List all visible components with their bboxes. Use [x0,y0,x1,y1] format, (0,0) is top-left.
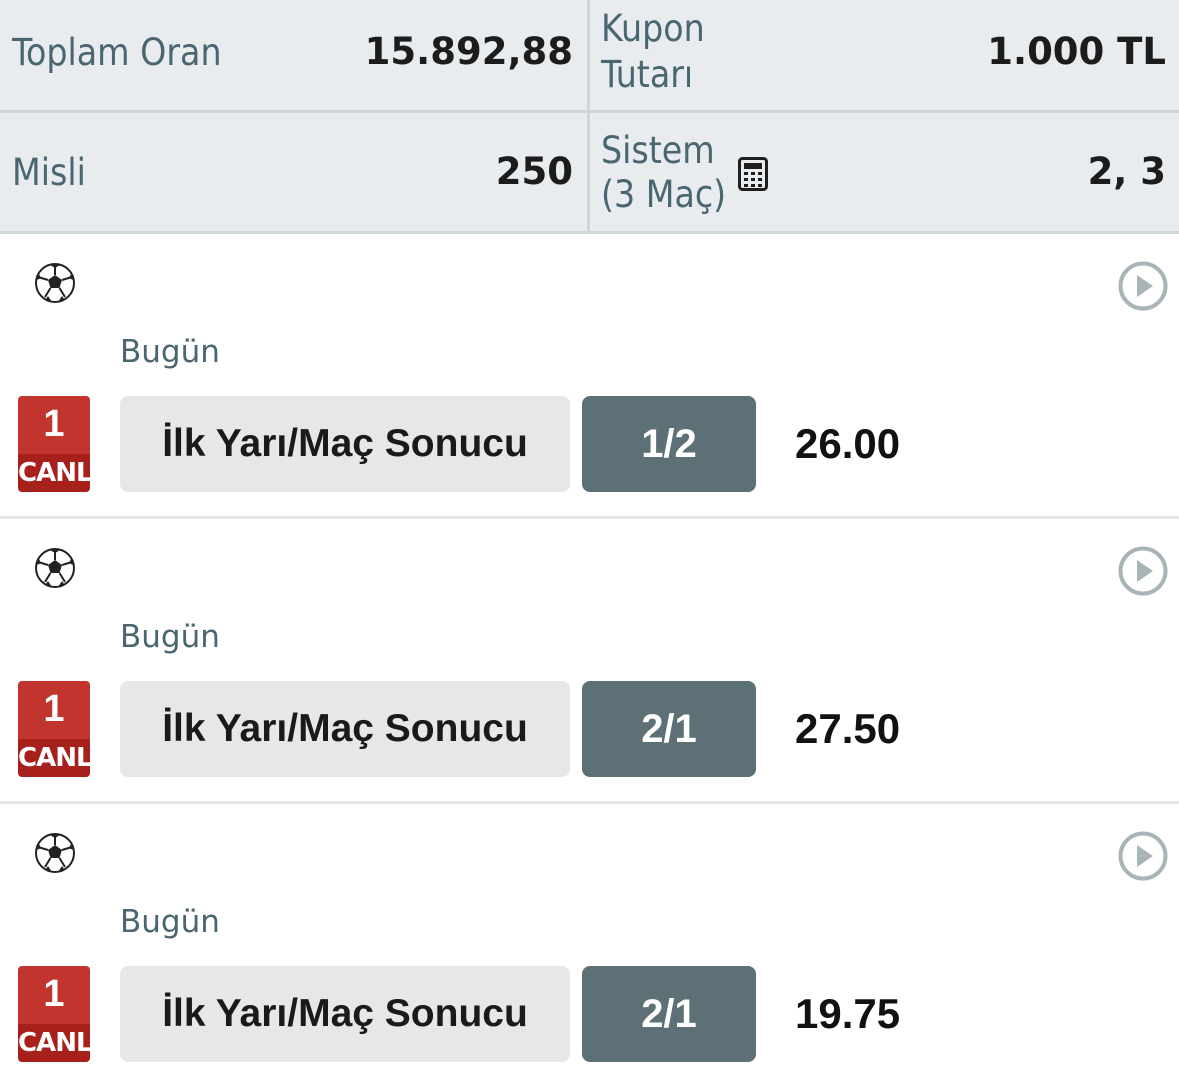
total-odds-label: Toplam Oran [12,31,222,74]
market-button[interactable]: İlk Yarı/Maç Sonucu [120,681,570,777]
match-date: Bugün [120,904,220,940]
live-label: CANLI [18,739,90,777]
match-row: Bugün 1 CANLI İlk Yarı/Maç Sonucu 2/1 19… [0,804,1179,1089]
system-label-line2: (3 Maç) [601,173,727,216]
coupon-amount-value: 1.000 TL [987,30,1166,73]
match-row: Bugün 1 CANLI İlk Yarı/Maç Sonucu 2/1 27… [0,519,1179,804]
multiplier-value[interactable]: 250 [496,150,573,193]
pick-button[interactable]: 2/1 [582,681,756,777]
play-circle-icon[interactable] [1117,545,1169,597]
odd-value: 19.75 [795,990,901,1037]
odd-value: 26.00 [795,420,901,467]
live-number: 1 [18,966,90,1024]
play-circle-icon[interactable] [1117,260,1169,312]
system-label-line1: Sistem [601,129,715,172]
live-badge: 1 CANLI [18,396,90,492]
live-number: 1 [18,681,90,739]
coupon-summary: Toplam Oran 15.892,88 Kupon Tutarı 1.000… [0,0,1179,234]
live-label: CANLI [18,454,90,492]
system-value[interactable]: 2, 3 [1088,150,1166,193]
match-date: Bugün [120,619,220,655]
market-button[interactable]: İlk Yarı/Maç Sonucu [120,966,570,1062]
live-badge: 1 CANLI [18,681,90,777]
match-row: Bugün 1 CANLI İlk Yarı/Maç Sonucu 1/2 26… [0,234,1179,519]
coupon-amount-label-line2: Tutarı [601,53,694,96]
divider [587,0,590,234]
live-number: 1 [18,396,90,454]
match-date: Bugün [120,334,220,370]
calculator-icon[interactable] [738,157,768,191]
soccer-ball-icon [35,833,75,873]
pick-button[interactable]: 1/2 [582,396,756,492]
soccer-ball-icon [35,263,75,303]
play-circle-icon[interactable] [1117,830,1169,882]
odd-value: 27.50 [795,705,901,752]
total-odds-value: 15.892,88 [364,30,573,73]
multiplier-label: Misli [12,151,86,194]
market-button[interactable]: İlk Yarı/Maç Sonucu [120,396,570,492]
pick-button[interactable]: 2/1 [582,966,756,1062]
coupon-amount-label-line1: Kupon [601,7,705,50]
live-badge: 1 CANLI [18,966,90,1062]
soccer-ball-icon [35,548,75,588]
live-label: CANLI [18,1024,90,1062]
